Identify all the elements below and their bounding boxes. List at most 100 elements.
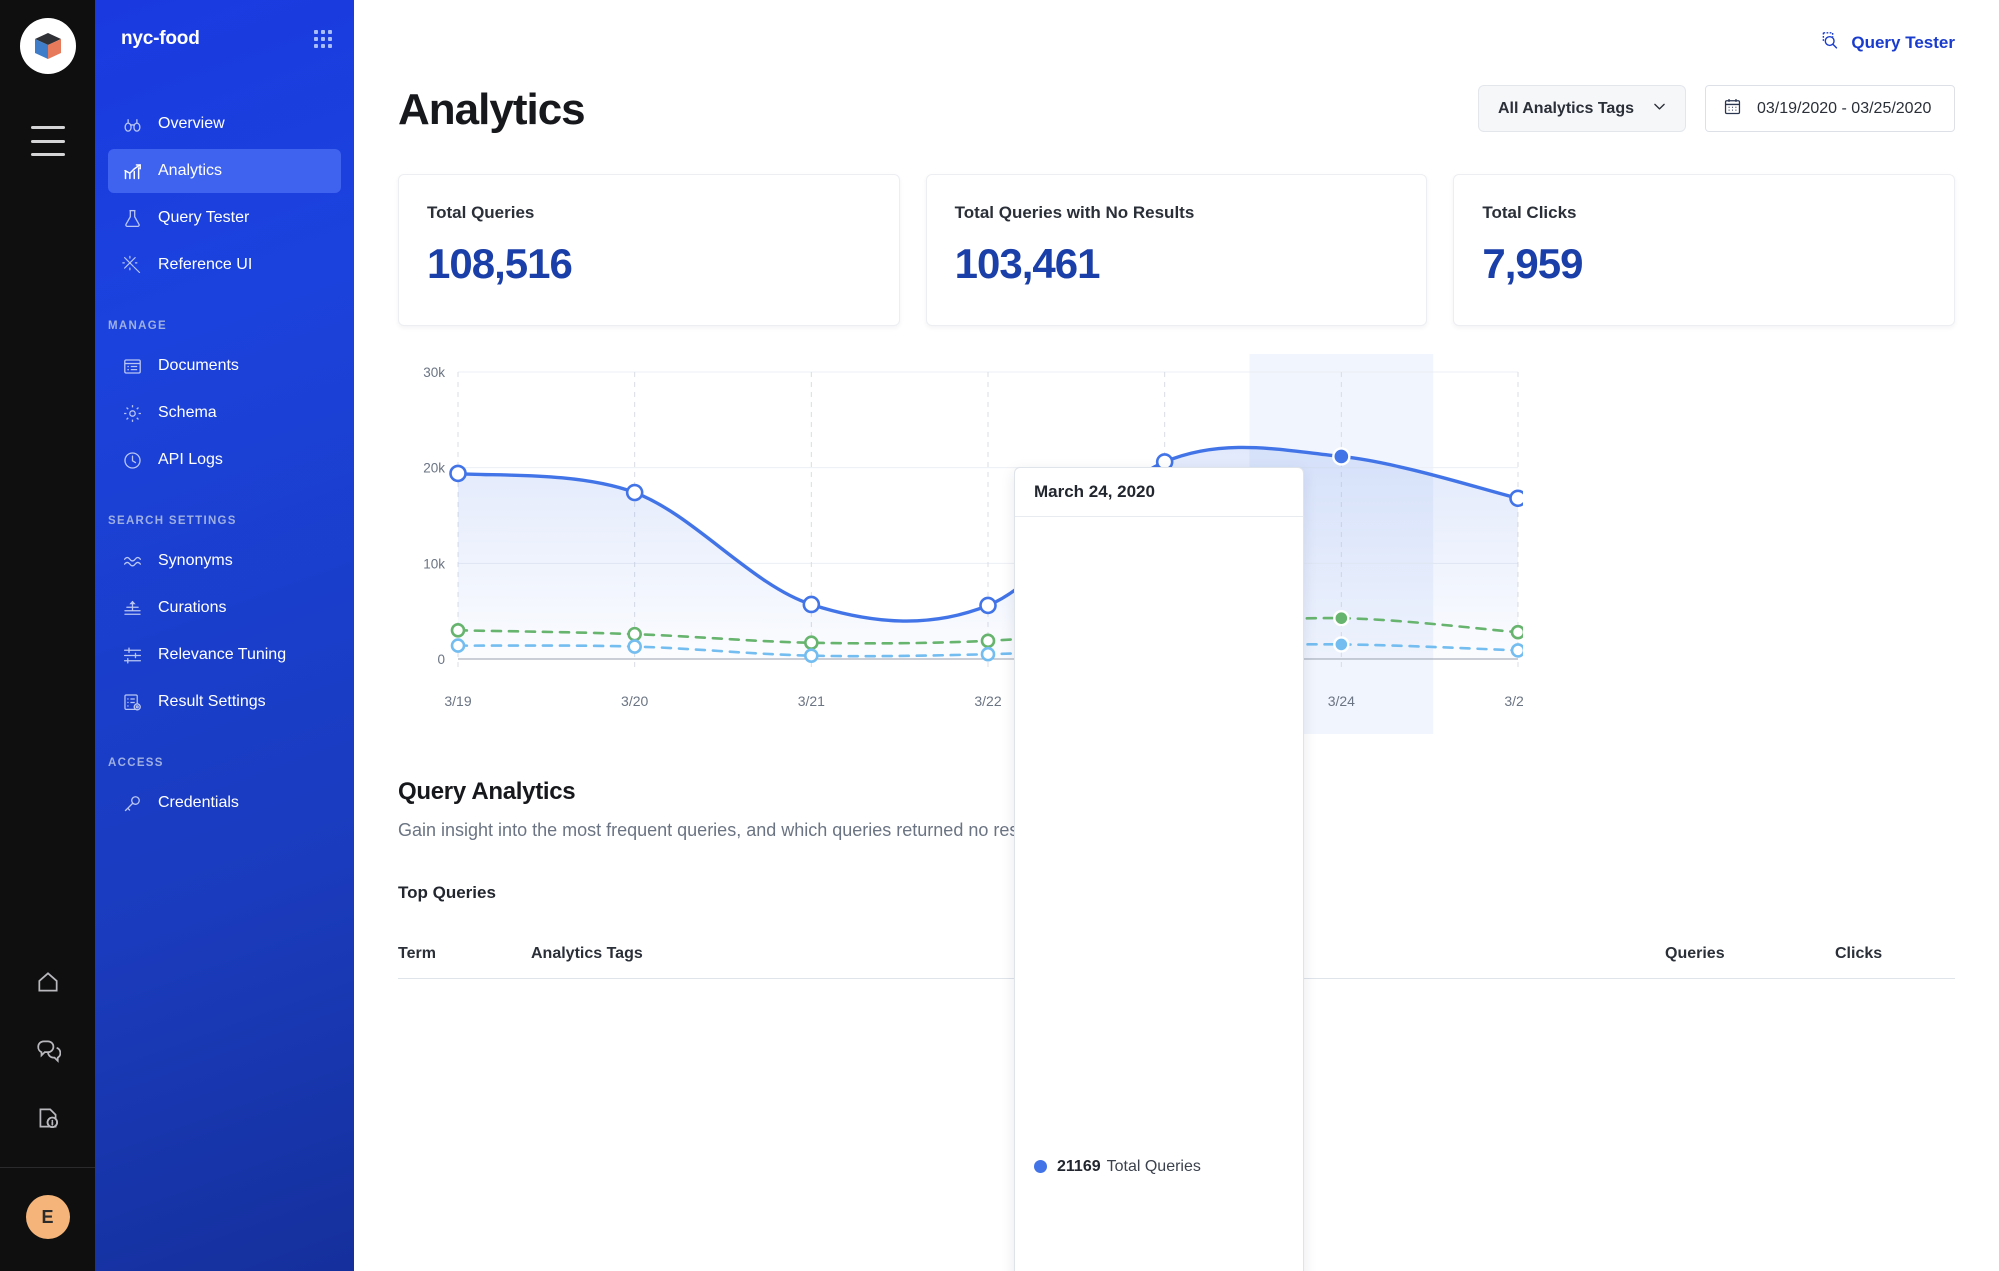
document-list-icon bbox=[121, 355, 143, 377]
stat-cards: Total Queries 108,516 Total Queries with… bbox=[398, 174, 1955, 326]
sidebar-item-label: API Logs bbox=[158, 451, 223, 469]
stat-card-value: 7,959 bbox=[1482, 240, 1926, 288]
app-root: E nyc-food Overview bbox=[0, 0, 1999, 1271]
svg-text:3/24: 3/24 bbox=[1328, 693, 1355, 709]
sliders-icon bbox=[121, 644, 143, 666]
stat-card-total-queries: Total Queries 108,516 bbox=[398, 174, 900, 326]
cube-logo-icon[interactable] bbox=[20, 18, 76, 74]
sidebar-item-api-logs[interactable]: API Logs bbox=[108, 438, 341, 482]
sidebar-item-label: Query Tester bbox=[158, 209, 249, 227]
chat-bubbles-icon[interactable] bbox=[33, 1035, 63, 1065]
key-icon bbox=[121, 792, 143, 814]
svg-text:3/25: 3/25 bbox=[1504, 693, 1523, 709]
sidebar-item-label: Curations bbox=[158, 599, 226, 617]
stat-card-label: Total Clicks bbox=[1482, 203, 1926, 223]
column-header-clicks[interactable]: Clicks bbox=[1835, 945, 1955, 963]
sidebar-item-result-settings[interactable]: Result Settings bbox=[108, 680, 341, 724]
date-range-picker[interactable]: 03/19/2020 - 03/25/2020 bbox=[1705, 85, 1955, 132]
chevron-down-icon bbox=[1651, 98, 1668, 120]
home-icon[interactable] bbox=[33, 967, 63, 997]
sidebar-item-documents[interactable]: Documents bbox=[108, 344, 341, 388]
svg-text:3/20: 3/20 bbox=[621, 693, 648, 709]
svg-text:10k: 10k bbox=[423, 556, 445, 571]
tooltip-dot-total-queries bbox=[1034, 1160, 1047, 1173]
sidebar-item-label: Reference UI bbox=[158, 256, 252, 274]
chart-tooltip: March 24, 2020 21169 Total Queries 4267 bbox=[1014, 467, 1304, 1271]
calendar-icon bbox=[1723, 97, 1742, 121]
sparkle-wand-icon bbox=[121, 254, 143, 276]
avatar[interactable]: E bbox=[26, 1195, 70, 1239]
global-rail: E bbox=[0, 0, 95, 1271]
sidebar-item-curations[interactable]: Curations bbox=[108, 586, 341, 630]
svg-text:30k: 30k bbox=[423, 365, 445, 380]
flask-icon bbox=[121, 207, 143, 229]
svg-text:0: 0 bbox=[437, 652, 445, 667]
query-tester-label: Query Tester bbox=[1851, 33, 1955, 53]
sidebar-item-reference-ui[interactable]: Reference UI bbox=[108, 243, 341, 287]
sidebar-item-analytics[interactable]: Analytics bbox=[108, 149, 341, 193]
sidebar-header: nyc-food bbox=[95, 0, 354, 50]
top-bar: Query Tester bbox=[354, 0, 1999, 85]
sidebar-item-schema[interactable]: Schema bbox=[108, 391, 341, 435]
sidebar-item-query-tester[interactable]: Query Tester bbox=[108, 196, 341, 240]
gear-icon bbox=[121, 402, 143, 424]
sidebar-group-title-search-settings: SEARCH SETTINGS bbox=[95, 485, 354, 539]
date-range-value: 03/19/2020 - 03/25/2020 bbox=[1757, 100, 1931, 118]
engine-name: nyc-food bbox=[121, 28, 200, 50]
sidebar-group-search-settings: Synonyms Curations Relev bbox=[95, 539, 354, 724]
sidebar-item-overview[interactable]: Overview bbox=[108, 102, 341, 146]
analytics-chart[interactable]: 010k20k30k3/193/203/213/223/233/243/25 M… bbox=[398, 354, 1955, 734]
sidebar-item-label: Credentials bbox=[158, 794, 239, 812]
tooltip-row-total-queries: 21169 Total Queries bbox=[1034, 531, 1284, 1271]
tooltip-value: 21169 bbox=[1057, 1158, 1101, 1176]
analytics-tags-select[interactable]: All Analytics Tags bbox=[1478, 85, 1686, 132]
sidebar-item-relevance-tuning[interactable]: Relevance Tuning bbox=[108, 633, 341, 677]
stat-card-label: Total Queries bbox=[427, 203, 871, 223]
tooltip-label: Total Queries bbox=[1107, 1158, 1201, 1176]
page-title: Analytics bbox=[398, 88, 585, 138]
sidebar-item-label: Synonyms bbox=[158, 552, 233, 570]
sidebar-item-credentials[interactable]: Credentials bbox=[108, 781, 341, 825]
approx-waves-icon bbox=[121, 550, 143, 572]
svg-text:3/19: 3/19 bbox=[444, 693, 471, 709]
hamburger-menu-icon[interactable] bbox=[27, 126, 69, 156]
query-tester-link[interactable]: Query Tester bbox=[1819, 30, 1955, 56]
chart-tooltip-body: 21169 Total Queries 4267 No Result Queri… bbox=[1015, 517, 1303, 1271]
curation-arrow-icon bbox=[121, 597, 143, 619]
stat-card-value: 108,516 bbox=[427, 240, 871, 288]
main-content: Query Tester Analytics All Analytics Tag… bbox=[354, 0, 1999, 1271]
rail-divider bbox=[0, 1167, 95, 1168]
sidebar-item-label: Overview bbox=[158, 115, 225, 133]
column-header-queries[interactable]: Queries bbox=[1665, 945, 1835, 963]
stat-card-no-results: Total Queries with No Results 103,461 bbox=[926, 174, 1428, 326]
sidebar-group-title-access: ACCESS bbox=[95, 727, 354, 781]
chart-growth-icon bbox=[121, 160, 143, 182]
chart-tooltip-date: March 24, 2020 bbox=[1015, 468, 1303, 517]
column-header-term[interactable]: Term bbox=[398, 945, 531, 963]
result-settings-icon bbox=[121, 691, 143, 713]
sidebar-item-label: Schema bbox=[158, 404, 217, 422]
sidebar-item-label: Result Settings bbox=[158, 693, 266, 711]
sidebar-item-label: Analytics bbox=[158, 162, 222, 180]
svg-text:3/21: 3/21 bbox=[798, 693, 825, 709]
sidebar-group-title-manage: MANAGE bbox=[95, 290, 354, 344]
engine-sidebar: nyc-food Overview bbox=[95, 0, 354, 1271]
sidebar-item-label: Documents bbox=[158, 357, 239, 375]
page-content: Analytics All Analytics Tags bbox=[354, 85, 1999, 979]
binoculars-icon bbox=[121, 113, 143, 135]
stat-card-value: 103,461 bbox=[955, 240, 1399, 288]
analytics-chart-svg[interactable]: 010k20k30k3/193/203/213/223/233/243/25 bbox=[398, 354, 1523, 734]
sidebar-item-label: Relevance Tuning bbox=[158, 646, 286, 664]
sidebar-group-manage: Documents Schema API Logs bbox=[95, 344, 354, 482]
docs-info-icon[interactable] bbox=[33, 1103, 63, 1133]
sidebar-primary-nav: Overview Analytics Que bbox=[95, 102, 354, 287]
sidebar-item-synonyms[interactable]: Synonyms bbox=[108, 539, 341, 583]
svg-text:3/22: 3/22 bbox=[974, 693, 1001, 709]
query-tester-icon bbox=[1819, 30, 1840, 56]
app-grid-icon[interactable] bbox=[314, 30, 332, 48]
page-controls: All Analytics Tags bbox=[1478, 85, 1955, 138]
analytics-tags-value: All Analytics Tags bbox=[1498, 100, 1634, 118]
page-header: Analytics All Analytics Tags bbox=[398, 85, 1955, 138]
stat-card-label: Total Queries with No Results bbox=[955, 203, 1399, 223]
svg-text:20k: 20k bbox=[423, 461, 445, 476]
